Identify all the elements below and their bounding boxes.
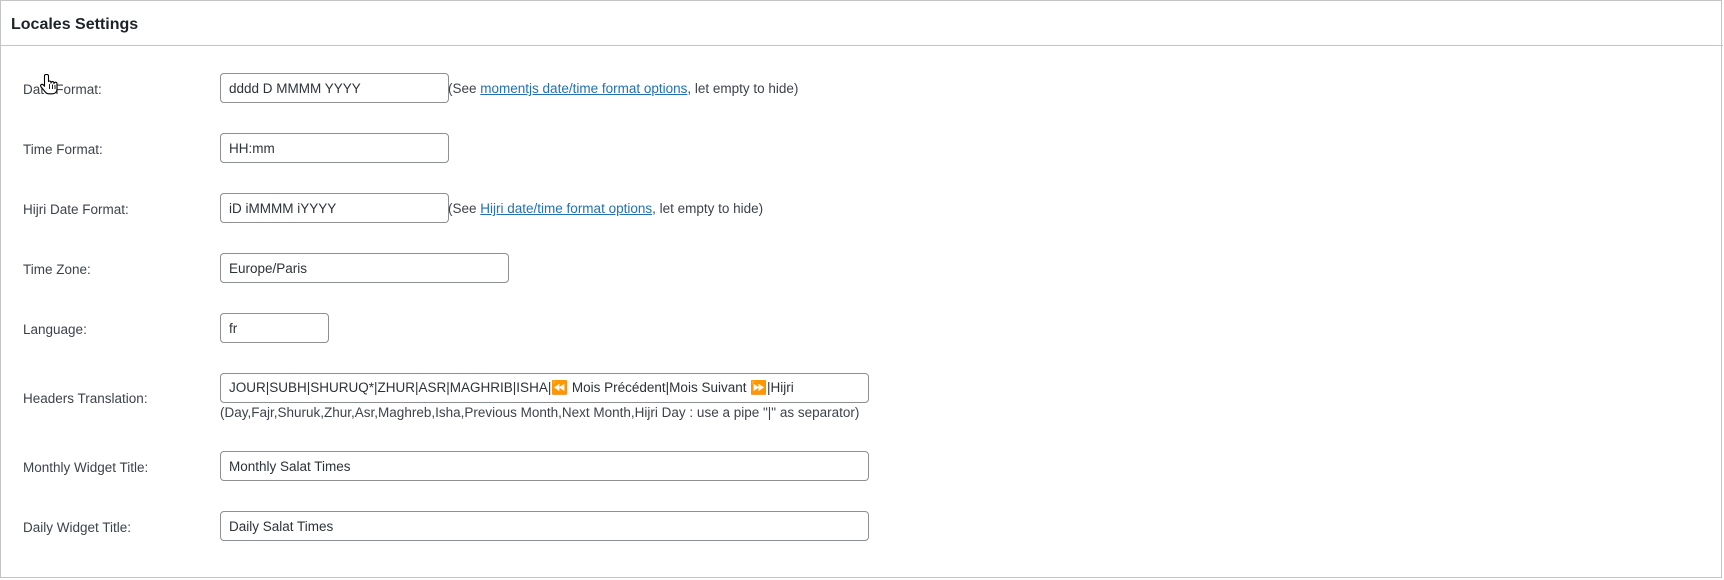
panel-header: Locales Settings (1, 1, 1723, 46)
language-input[interactable] (220, 313, 329, 343)
time-format-label: Time Format: (23, 142, 103, 157)
hijri-format-hint-suffix: , let empty to hide) (652, 201, 764, 216)
date-format-hint-prefix: (See (448, 81, 481, 96)
hijri-date-format-hint: (See Hijri date/time format options, let… (448, 200, 763, 218)
language-label: Language: (23, 322, 87, 337)
date-format-hint-suffix: , let empty to hide) (687, 81, 799, 96)
locales-settings-panel: Locales Settings Date Format: (See momen… (0, 0, 1723, 578)
hijri-format-options-link[interactable]: Hijri date/time format options (480, 201, 652, 216)
hand-pointer-cursor-icon (40, 73, 58, 95)
time-format-input[interactable] (220, 133, 449, 163)
hijri-date-format-input[interactable] (220, 193, 449, 223)
daily-widget-title-label: Daily Widget Title: (23, 520, 132, 535)
momentjs-format-options-link[interactable]: momentjs date/time format options (480, 81, 687, 96)
time-zone-input[interactable] (220, 253, 509, 283)
date-format-label: Date Format: (23, 82, 102, 97)
headers-translation-input[interactable] (220, 373, 869, 403)
date-format-hint: (See momentjs date/time format options, … (448, 80, 798, 98)
headers-translation-note: (Day,Fajr,Shuruk,Zhur,Asr,Maghreb,Isha,P… (220, 405, 860, 420)
time-zone-label: Time Zone: (23, 262, 91, 277)
hijri-date-format-label: Hijri Date Format: (23, 202, 129, 217)
headers-translation-label: Headers Translation: (23, 391, 148, 406)
monthly-widget-title-input[interactable] (220, 451, 869, 481)
date-format-input[interactable] (220, 73, 449, 103)
hijri-format-hint-prefix: (See (448, 201, 481, 216)
monthly-widget-title-label: Monthly Widget Title: (23, 460, 149, 475)
daily-widget-title-input[interactable] (220, 511, 869, 541)
panel-title: Locales Settings (11, 16, 139, 33)
